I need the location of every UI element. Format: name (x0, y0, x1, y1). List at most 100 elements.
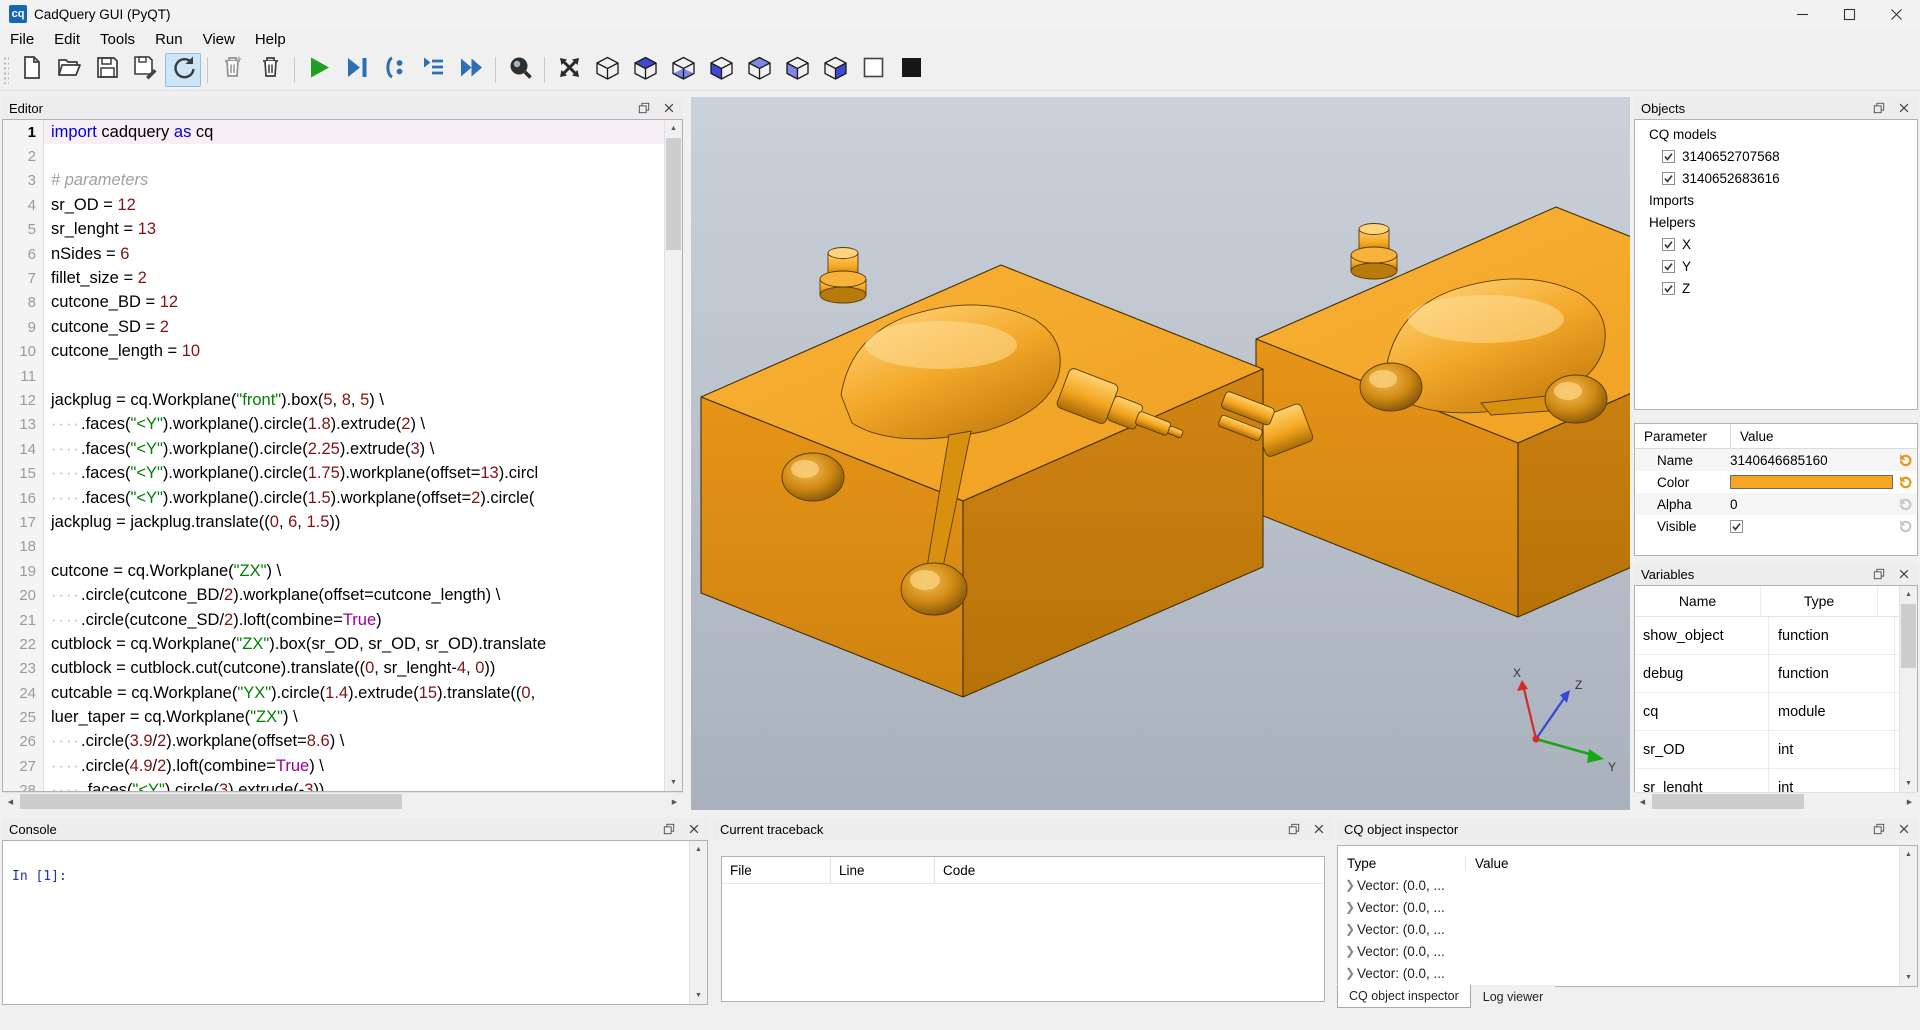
inspector-row[interactable]: ❯Vector: (0.0, ... (1338, 940, 1917, 962)
scroll-down-arrow[interactable]: ▼ (665, 774, 682, 791)
editor-hscroll-thumb[interactable] (20, 794, 402, 809)
shade-black-button[interactable] (893, 53, 929, 87)
scroll-up-arrow[interactable]: ▲ (1900, 846, 1917, 863)
view-top-button[interactable] (627, 53, 663, 87)
toolbar-drag-handle[interactable] (3, 56, 9, 84)
checkbox[interactable] (1662, 238, 1675, 251)
property-value[interactable] (1721, 475, 1893, 489)
shade-white-button[interactable] (855, 53, 891, 87)
variable-row-sr_od[interactable]: sr_ODint12 (1635, 731, 1917, 769)
scroll-right-arrow[interactable]: ▶ (1901, 793, 1918, 810)
float-button[interactable] (1872, 822, 1886, 836)
scroll-down-arrow[interactable]: ▼ (1900, 775, 1917, 792)
save-button[interactable] (89, 53, 125, 87)
variables-vscrollbar[interactable]: ▲ ▼ (1899, 586, 1917, 792)
preview-button[interactable] (502, 53, 538, 87)
tree-item-3140652683616[interactable]: 3140652683616 (1635, 167, 1917, 189)
view-iso-button[interactable] (589, 53, 625, 87)
menu-edit[interactable]: Edit (44, 30, 90, 49)
tab-cq-object-inspector[interactable]: CQ object inspector (1337, 984, 1471, 1008)
variables-vscroll-thumb[interactable] (1901, 604, 1916, 668)
property-value[interactable] (1721, 520, 1893, 533)
variable-row-show_object[interactable]: show_objectfunction<f (1635, 617, 1917, 655)
step-list-button[interactable] (415, 53, 451, 87)
color-swatch[interactable] (1730, 475, 1893, 489)
inspector-row[interactable]: ❯Vector: (0.0, ... (1338, 918, 1917, 940)
float-button[interactable] (1872, 101, 1886, 115)
checkbox[interactable] (1662, 172, 1675, 185)
console-input-area[interactable]: In [1]: ▲ ▼ (2, 840, 708, 1005)
editor-vscroll-thumb[interactable] (666, 138, 681, 250)
close-button[interactable] (687, 822, 701, 836)
checkbox[interactable] (1662, 260, 1675, 273)
tree-item-helpers[interactable]: Helpers (1635, 211, 1917, 233)
tree-item-y[interactable]: Y (1635, 255, 1917, 277)
debug-button[interactable] (339, 53, 375, 87)
view-left-button[interactable] (779, 53, 815, 87)
inspector-row[interactable]: ❯Vector: (0.0, ... (1338, 962, 1917, 984)
open-file-button[interactable] (51, 53, 87, 87)
code-editor[interactable]: 1import cadquery as cq23# parameters4sr_… (2, 119, 683, 792)
scroll-down-arrow[interactable]: ▼ (690, 987, 707, 1004)
inspector-row[interactable]: ❯Vector: (0.0, ... (1338, 896, 1917, 918)
scroll-left-arrow[interactable]: ◀ (2, 793, 19, 810)
editor-vscrollbar[interactable]: ▲ ▼ (664, 120, 682, 791)
tree-item-imports[interactable]: Imports (1635, 189, 1917, 211)
viewport-3d[interactable]: X Z Y (691, 97, 1630, 810)
reset-button[interactable] (1893, 475, 1917, 490)
editor-hscrollbar[interactable]: ◀ ▶ (2, 792, 683, 810)
menu-tools[interactable]: Tools (90, 30, 145, 49)
tab-log-viewer[interactable]: Log viewer (1471, 985, 1555, 1009)
scroll-down-arrow[interactable]: ▼ (1900, 969, 1917, 986)
scroll-left-arrow[interactable]: ◀ (1634, 793, 1651, 810)
view-back-button[interactable] (741, 53, 777, 87)
inspector-row[interactable]: ❯Vector: (0.0, ... (1338, 874, 1917, 896)
run-button[interactable] (301, 53, 337, 87)
expand-arrow-icon[interactable]: ❯ (1343, 944, 1357, 958)
step-button[interactable] (377, 53, 413, 87)
menu-view[interactable]: View (193, 30, 245, 49)
close-button[interactable] (1312, 822, 1326, 836)
scroll-up-arrow[interactable]: ▲ (1900, 586, 1917, 603)
menu-run[interactable]: Run (145, 30, 193, 49)
variable-row-cq[interactable]: cqmodule<m (1635, 693, 1917, 731)
view-right-button[interactable] (817, 53, 853, 87)
checkbox[interactable] (1662, 282, 1675, 295)
fit-view-button[interactable] (551, 53, 587, 87)
menu-file[interactable]: File (0, 30, 44, 49)
float-button[interactable] (662, 822, 676, 836)
delete-button[interactable] (252, 53, 288, 87)
scroll-up-arrow[interactable]: ▲ (665, 120, 682, 137)
objects-tree[interactable]: CQ models31406527075683140652683616Impor… (1634, 119, 1918, 410)
variable-row-debug[interactable]: debugfunction<f (1635, 655, 1917, 693)
expand-arrow-icon[interactable]: ❯ (1343, 966, 1357, 980)
checkbox[interactable] (1730, 520, 1743, 533)
save-as-button[interactable] (127, 53, 163, 87)
variables-hscrollbar[interactable]: ◀ ▶ (1634, 792, 1918, 810)
close-button[interactable] (662, 101, 676, 115)
minimize-button[interactable] (1779, 0, 1826, 28)
tree-item-3140652707568[interactable]: 3140652707568 (1635, 145, 1917, 167)
variable-row-sr_lenght[interactable]: sr_lenghtint13 (1635, 769, 1917, 793)
close-button[interactable] (1897, 822, 1911, 836)
continue-button[interactable] (453, 53, 489, 87)
tree-item-z[interactable]: Z (1635, 277, 1917, 299)
new-file-button[interactable] (13, 53, 49, 87)
expand-arrow-icon[interactable]: ❯ (1343, 900, 1357, 914)
clean-button[interactable] (214, 53, 250, 87)
tree-item-x[interactable]: X (1635, 233, 1917, 255)
scroll-right-arrow[interactable]: ▶ (666, 793, 683, 810)
close-button[interactable] (1897, 101, 1911, 115)
close-button[interactable] (1897, 567, 1911, 581)
reset-button[interactable] (1893, 453, 1917, 468)
console-vscrollbar[interactable]: ▲ ▼ (689, 841, 707, 1004)
reload-button[interactable] (165, 53, 201, 87)
view-front-button[interactable] (703, 53, 739, 87)
menu-help[interactable]: Help (245, 30, 296, 49)
float-button[interactable] (1287, 822, 1301, 836)
variables-hscroll-thumb[interactable] (1652, 794, 1804, 809)
inspector-tree[interactable]: Type Value ❯Vector: (0.0, ...❯Vector: (0… (1337, 845, 1918, 987)
scroll-up-arrow[interactable]: ▲ (690, 841, 707, 858)
maximize-button[interactable] (1826, 0, 1873, 28)
tree-item-cq-models[interactable]: CQ models (1635, 123, 1917, 145)
